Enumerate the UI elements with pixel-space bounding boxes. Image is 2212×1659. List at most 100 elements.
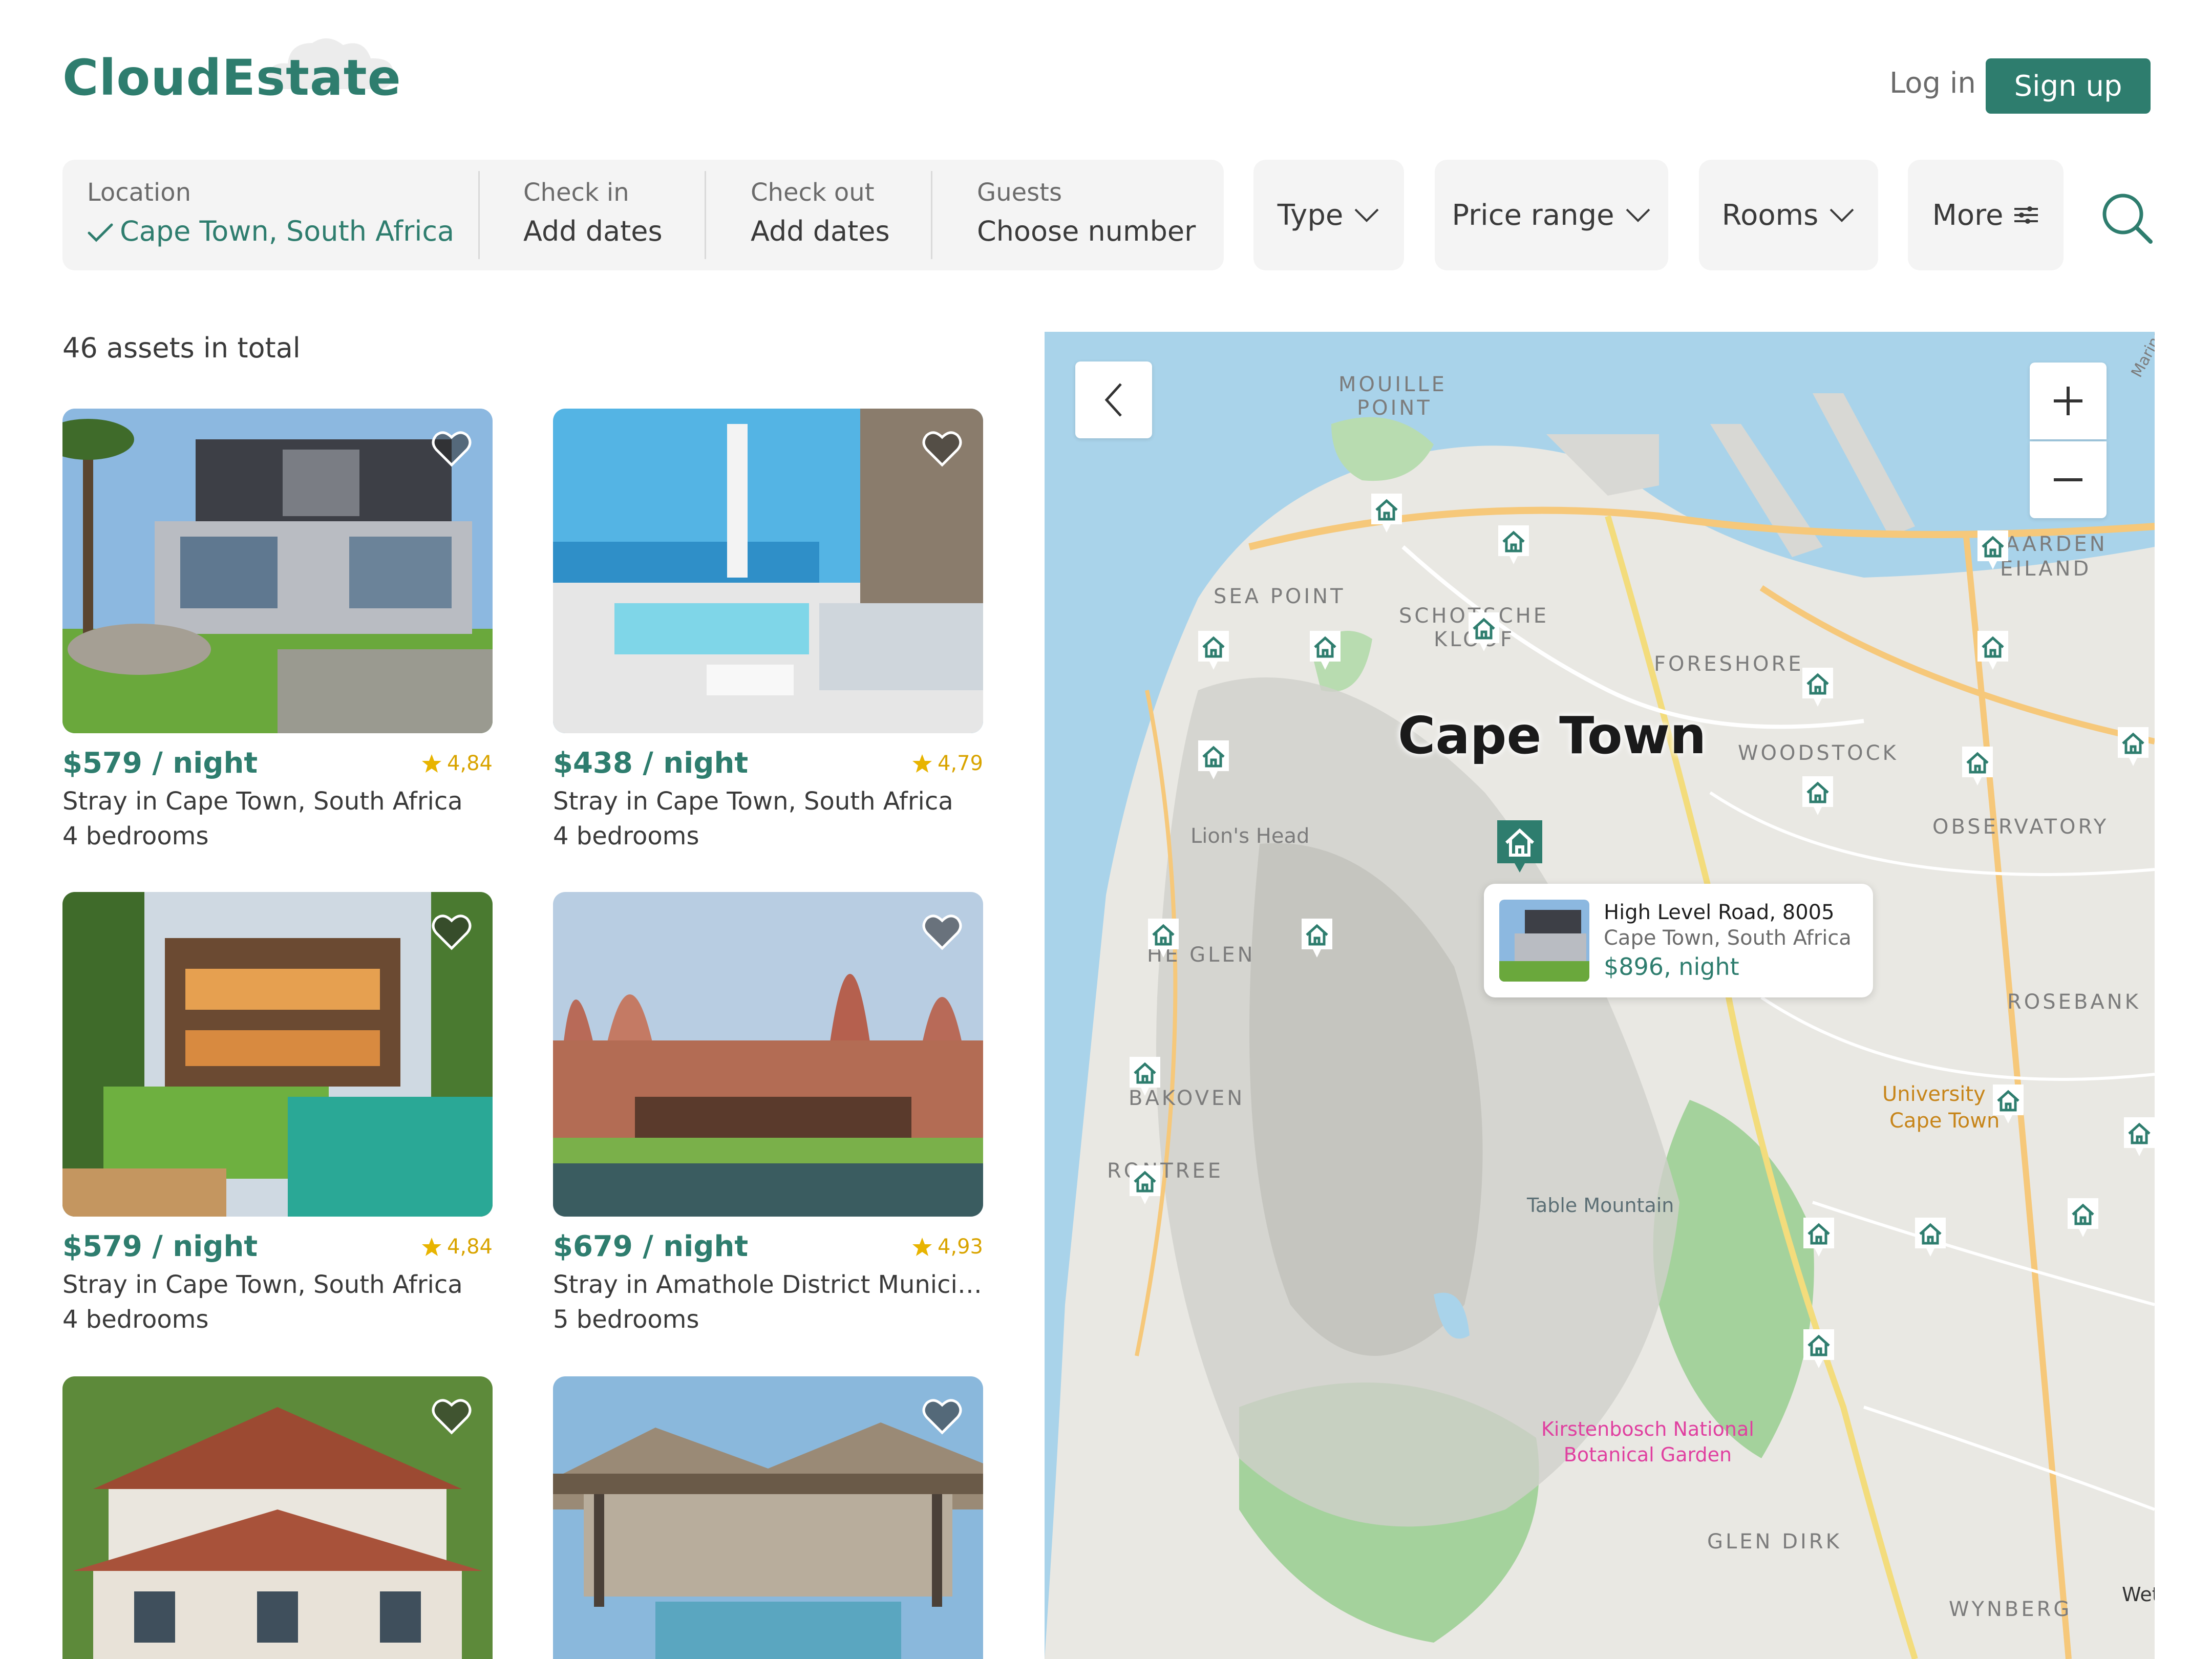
- patio-pool-image: [553, 1376, 983, 1659]
- plus-icon: [2054, 387, 2082, 415]
- map-label-observatory: OBSERVATORY: [1932, 815, 2109, 839]
- active-house-pin-icon[interactable]: [1495, 818, 1544, 875]
- star-icon: [912, 1237, 932, 1256]
- house-pin-icon[interactable]: [1145, 917, 1182, 960]
- star-icon: [421, 1237, 441, 1256]
- listing-bedrooms: 4 bedrooms: [553, 822, 699, 850]
- listing-photo[interactable]: [553, 409, 983, 733]
- house-pin-icon[interactable]: [1465, 610, 1502, 653]
- guests-field[interactable]: Guests Choose number: [931, 160, 1224, 270]
- house-pin-icon[interactable]: [1800, 1216, 1837, 1259]
- house-pin-icon[interactable]: [2115, 725, 2152, 768]
- checkin-value: Add dates: [523, 215, 663, 247]
- favorite-heart-icon[interactable]: [922, 429, 963, 467]
- favorite-heart-icon[interactable]: [431, 1397, 472, 1435]
- listing-bedrooms: 4 bedrooms: [62, 822, 209, 850]
- checkout-label: Check out: [751, 178, 875, 207]
- map-label-foreshore: FORESHORE: [1654, 652, 1804, 676]
- house-pin-icon[interactable]: [1799, 774, 1836, 817]
- listing-photo[interactable]: [62, 409, 493, 733]
- listing-photo[interactable]: [62, 892, 493, 1217]
- zoom-in-button[interactable]: [2030, 363, 2107, 439]
- type-filter-label: Type: [1277, 198, 1344, 232]
- listing-card[interactable]: $438 / night 4,79 Stray in Cape Town, So…: [553, 409, 983, 850]
- login-link[interactable]: Log in: [1889, 67, 1976, 100]
- star-icon: [421, 754, 441, 773]
- house-pin-icon[interactable]: [1126, 1163, 1163, 1206]
- more-filters[interactable]: More: [1908, 160, 2064, 270]
- results-count: 46 assets in total: [62, 332, 301, 364]
- favorite-heart-icon[interactable]: [431, 912, 472, 950]
- listing-card[interactable]: [553, 1376, 983, 1659]
- map-label-rontree: RONTREE: [1107, 1159, 1223, 1183]
- listing-photo[interactable]: [553, 1376, 983, 1659]
- map-label-rosebank: ROSEBANK: [2007, 990, 2141, 1014]
- listing-rating: 4,79: [937, 751, 983, 775]
- more-filter-label: More: [1932, 198, 2004, 232]
- house-pin-icon[interactable]: [1974, 528, 2011, 571]
- listing-rating: 4,84: [446, 751, 493, 775]
- location-field[interactable]: Location Cape Town, South Africa: [62, 160, 478, 270]
- zoom-out-button[interactable]: [2030, 441, 2107, 518]
- map-label-paarden: AARDEN: [2005, 533, 2108, 556]
- listing-rating: 4,93: [937, 1235, 983, 1259]
- map-view[interactable]: MOUILLE POINT SEA POINT SCHOTSCHE KLOOF …: [1045, 332, 2155, 1659]
- map-label-woodstock: WOODSTOCK: [1738, 741, 1899, 765]
- signup-button[interactable]: Sign up: [1986, 58, 2151, 114]
- house-pin-icon[interactable]: [1195, 738, 1232, 781]
- house-pin-icon[interactable]: [1800, 1327, 1837, 1370]
- map-label-kirstenbosch: Kirstenbosch National: [1541, 1418, 1754, 1440]
- price-range-filter[interactable]: Price range: [1435, 160, 1668, 270]
- checkin-field[interactable]: Check in Add dates: [478, 160, 705, 270]
- listing-photo[interactable]: [553, 892, 983, 1217]
- favorite-heart-icon[interactable]: [431, 429, 472, 467]
- listing-price: $579 / night: [62, 747, 258, 780]
- house-pin-icon[interactable]: [2121, 1115, 2155, 1158]
- listing-photo[interactable]: [62, 1376, 493, 1659]
- checkin-label: Check in: [523, 178, 629, 207]
- type-filter[interactable]: Type: [1253, 160, 1404, 270]
- listing-location: Stray in Cape Town, South Africa: [62, 1270, 463, 1299]
- rooms-filter-label: Rooms: [1721, 198, 1819, 232]
- house-pin-icon[interactable]: [1299, 917, 1335, 960]
- chevron-down-icon: [1626, 208, 1650, 222]
- guests-value: Choose number: [977, 215, 1196, 247]
- popup-price: $896, night: [1604, 953, 1739, 981]
- map-label-glen-dirk: GLEN DIRK: [1707, 1530, 1842, 1554]
- listing-card[interactable]: $579 / night 4,84 Stray in Cape Town, So…: [62, 892, 493, 1334]
- map-back-button[interactable]: [1075, 361, 1152, 438]
- rooms-filter[interactable]: Rooms: [1699, 160, 1878, 270]
- house-pin-icon[interactable]: [1495, 523, 1532, 566]
- map-label-eiland: EILAND: [2000, 557, 2092, 581]
- favorite-heart-icon[interactable]: [922, 1397, 963, 1435]
- listing-card[interactable]: $579 / night 4,84 Stray in Cape Town, So…: [62, 409, 493, 850]
- listing-card[interactable]: [62, 1376, 493, 1659]
- map-label-botanical-garden: Botanical Garden: [1563, 1443, 1732, 1466]
- house-pin-icon[interactable]: [1912, 1216, 1949, 1259]
- search-bar: Location Cape Town, South Africa Check i…: [62, 160, 1224, 270]
- chevron-down-icon: [1354, 208, 1379, 222]
- location-value: Cape Town, South Africa: [120, 215, 455, 247]
- house-pin-icon[interactable]: [1990, 1082, 2027, 1125]
- favorite-heart-icon[interactable]: [922, 912, 963, 950]
- house-pin-icon[interactable]: [1195, 629, 1232, 672]
- check-icon: [88, 223, 113, 242]
- house-pin-icon[interactable]: [1959, 745, 1996, 788]
- listing-location: Stray in Amathole District Municipal...: [553, 1270, 983, 1299]
- listing-price: $679 / night: [553, 1230, 749, 1263]
- popup-thumbnail: [1499, 900, 1589, 982]
- house-pin-icon[interactable]: [1368, 492, 1405, 535]
- search-icon[interactable]: [2098, 189, 2155, 246]
- tropical-villa-image: [62, 892, 493, 1217]
- house-pin-icon[interactable]: [1799, 666, 1836, 709]
- house-pin-icon[interactable]: [1307, 629, 1344, 672]
- listing-card[interactable]: $679 / night 4,93 Stray in Amathole Dist…: [553, 892, 983, 1334]
- brand-logo[interactable]: CloudEstate: [62, 49, 401, 107]
- house-pin-icon[interactable]: [1126, 1055, 1163, 1098]
- house-pin-icon[interactable]: [1974, 629, 2011, 672]
- price-filter-label: Price range: [1452, 198, 1614, 232]
- checkout-field[interactable]: Check out Add dates: [705, 160, 931, 270]
- listing-location: Stray in Cape Town, South Africa: [553, 787, 953, 816]
- house-pin-icon[interactable]: [2065, 1196, 2101, 1239]
- map-listing-popup[interactable]: High Level Road, 8005 Cape Town, South A…: [1484, 884, 1873, 997]
